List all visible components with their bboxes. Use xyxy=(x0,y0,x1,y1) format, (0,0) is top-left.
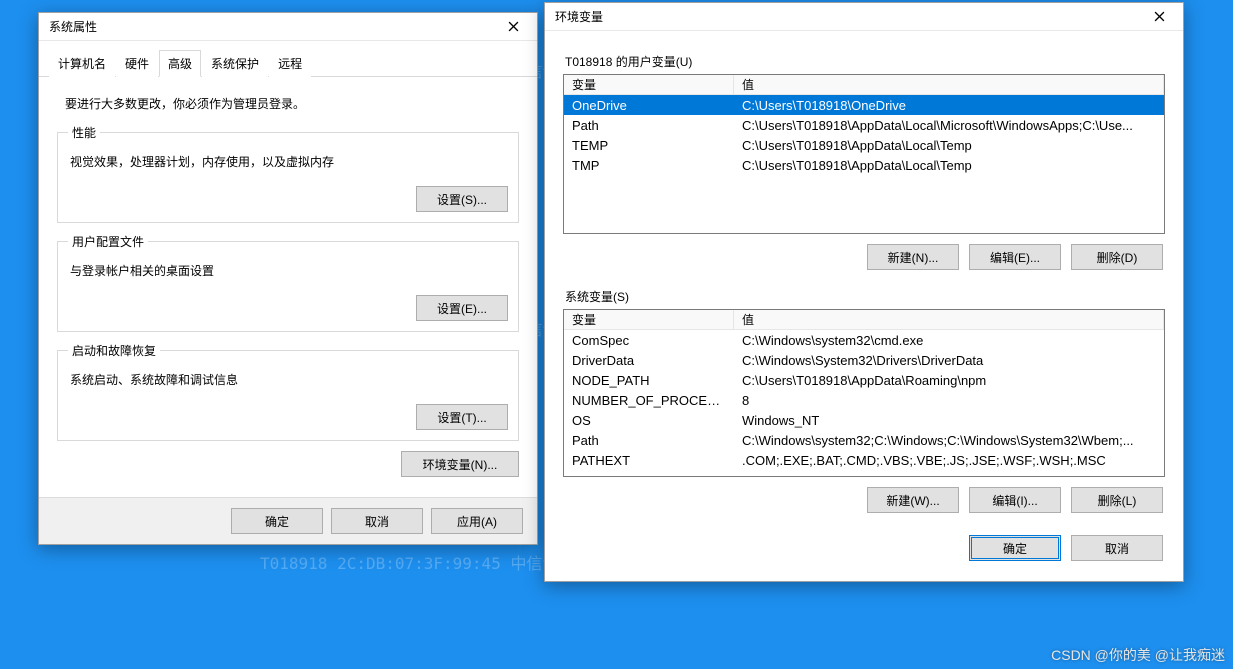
group-desc: 与登录帐户相关的桌面设置 xyxy=(70,262,508,279)
cell-value: AMD64 xyxy=(734,472,1164,478)
cell-name: TEMP xyxy=(564,137,734,154)
list-row[interactable]: PathC:\Windows\system32;C:\Windows;C:\Wi… xyxy=(564,430,1164,450)
dialog-footer: 确定 取消 应用(A) xyxy=(39,497,537,544)
list-row[interactable]: NUMBER_OF_PROCESSORS8 xyxy=(564,390,1164,410)
col-header-name[interactable]: 变量 xyxy=(564,75,734,94)
cell-name: TMP xyxy=(564,157,734,174)
cancel-button[interactable]: 取消 xyxy=(1071,535,1163,561)
group-legend: 性能 xyxy=(68,124,100,141)
cell-name: NUMBER_OF_PROCESSORS xyxy=(564,392,734,409)
cell-value: Windows_NT xyxy=(734,412,1164,429)
user-profiles-settings-button[interactable]: 设置(E)... xyxy=(416,295,508,321)
env-footer: 确定 取消 xyxy=(565,535,1163,561)
tab-computer-name[interactable]: 计算机名 xyxy=(49,50,115,77)
window-title: 系统属性 xyxy=(49,18,493,35)
list-row[interactable]: PATHEXT.COM;.EXE;.BAT;.CMD;.VBS;.VBE;.JS… xyxy=(564,450,1164,470)
cell-name: Path xyxy=(564,117,734,134)
environment-variables-button[interactable]: 环境变量(N)... xyxy=(401,451,519,477)
list-row[interactable]: PROCESSOR_ARCHITECTUREAMD64 xyxy=(564,470,1164,477)
user-new-button[interactable]: 新建(N)... xyxy=(867,244,959,270)
close-icon xyxy=(508,21,519,32)
cell-value: C:\Users\T018918\OneDrive xyxy=(734,97,1164,114)
cell-name: PROCESSOR_ARCHITECTURE xyxy=(564,472,734,478)
list-row[interactable]: ComSpecC:\Windows\system32\cmd.exe xyxy=(564,330,1164,350)
cell-value: 8 xyxy=(734,392,1164,409)
list-row[interactable]: OneDriveC:\Users\T018918\OneDrive xyxy=(564,95,1164,115)
cancel-button[interactable]: 取消 xyxy=(331,508,423,534)
performance-settings-button[interactable]: 设置(S)... xyxy=(416,186,508,212)
system-properties-dialog: 系统属性 计算机名 硬件 高级 系统保护 远程 要进行大多数更改，你必须作为管理… xyxy=(38,12,538,545)
tab-strip: 计算机名 硬件 高级 系统保护 远程 xyxy=(39,41,537,77)
cell-name: PATHEXT xyxy=(564,452,734,469)
group-desc: 系统启动、系统故障和调试信息 xyxy=(70,371,508,388)
list-header: 变量 值 xyxy=(564,75,1164,95)
cell-name: Path xyxy=(564,432,734,449)
close-button[interactable] xyxy=(493,15,533,39)
group-legend: 用户配置文件 xyxy=(68,233,148,250)
titlebar[interactable]: 环境变量 xyxy=(545,3,1183,31)
tab-hardware[interactable]: 硬件 xyxy=(116,50,158,77)
window-title: 环境变量 xyxy=(555,8,1139,25)
list-row[interactable]: TMPC:\Users\T018918\AppData\Local\Temp xyxy=(564,155,1164,175)
cell-name: NODE_PATH xyxy=(564,372,734,389)
ok-button[interactable]: 确定 xyxy=(231,508,323,534)
close-button[interactable] xyxy=(1139,5,1179,29)
list-row[interactable]: DriverDataC:\Windows\System32\Drivers\Dr… xyxy=(564,350,1164,370)
group-user-profiles: 用户配置文件 与登录帐户相关的桌面设置 设置(E)... xyxy=(57,233,519,332)
sys-vars-buttons: 新建(W)... 编辑(I)... 删除(L) xyxy=(565,487,1163,513)
cell-value: C:\Windows\system32\cmd.exe xyxy=(734,332,1164,349)
col-header-value[interactable]: 值 xyxy=(734,75,1164,94)
sys-vars-label: 系统变量(S) xyxy=(565,288,1165,305)
env-body: T018918 的用户变量(U) 变量 值 OneDriveC:\Users\T… xyxy=(545,31,1183,581)
sys-edit-button[interactable]: 编辑(I)... xyxy=(969,487,1061,513)
sys-new-button[interactable]: 新建(W)... xyxy=(867,487,959,513)
apply-button[interactable]: 应用(A) xyxy=(431,508,523,534)
ok-button[interactable]: 确定 xyxy=(969,535,1061,561)
group-desc: 视觉效果，处理器计划，内存使用，以及虚拟内存 xyxy=(70,153,508,170)
cell-value: C:\Users\T018918\AppData\Roaming\npm xyxy=(734,372,1164,389)
cell-value: C:\Users\T018918\AppData\Local\Microsoft… xyxy=(734,117,1164,134)
list-header: 变量 值 xyxy=(564,310,1164,330)
cell-value: C:\Users\T018918\AppData\Local\Temp xyxy=(734,157,1164,174)
watermark: T018918 2C:DB:07:3F:99:45 中信证券 xyxy=(260,550,574,574)
cell-name: DriverData xyxy=(564,352,734,369)
titlebar[interactable]: 系统属性 xyxy=(39,13,537,41)
cell-name: OS xyxy=(564,412,734,429)
tab-body: 要进行大多数更改，你必须作为管理员登录。 性能 视觉效果，处理器计划，内存使用，… xyxy=(39,77,537,497)
user-edit-button[interactable]: 编辑(E)... xyxy=(969,244,1061,270)
cell-name: ComSpec xyxy=(564,332,734,349)
tab-system-protection[interactable]: 系统保护 xyxy=(202,50,268,77)
sys-delete-button[interactable]: 删除(L) xyxy=(1071,487,1163,513)
user-vars-label: T018918 的用户变量(U) xyxy=(565,53,1165,70)
col-header-value[interactable]: 值 xyxy=(734,310,1164,329)
startup-recovery-settings-button[interactable]: 设置(T)... xyxy=(416,404,508,430)
tab-remote[interactable]: 远程 xyxy=(269,50,311,77)
group-legend: 启动和故障恢复 xyxy=(68,342,160,359)
user-delete-button[interactable]: 删除(D) xyxy=(1071,244,1163,270)
sys-vars-list[interactable]: 变量 值 ComSpecC:\Windows\system32\cmd.exeD… xyxy=(563,309,1165,477)
user-vars-list[interactable]: 变量 值 OneDriveC:\Users\T018918\OneDrivePa… xyxy=(563,74,1165,234)
cell-value: .COM;.EXE;.BAT;.CMD;.VBS;.VBE;.JS;.JSE;.… xyxy=(734,452,1164,469)
list-row[interactable]: NODE_PATHC:\Users\T018918\AppData\Roamin… xyxy=(564,370,1164,390)
tab-advanced[interactable]: 高级 xyxy=(159,50,201,77)
admin-hint: 要进行大多数更改，你必须作为管理员登录。 xyxy=(53,87,523,118)
close-icon xyxy=(1154,11,1165,22)
user-vars-buttons: 新建(N)... 编辑(E)... 删除(D) xyxy=(565,244,1163,270)
list-row[interactable]: PathC:\Users\T018918\AppData\Local\Micro… xyxy=(564,115,1164,135)
col-header-name[interactable]: 变量 xyxy=(564,310,734,329)
list-row[interactable]: OSWindows_NT xyxy=(564,410,1164,430)
cell-name: OneDrive xyxy=(564,97,734,114)
group-performance: 性能 视觉效果，处理器计划，内存使用，以及虚拟内存 设置(S)... xyxy=(57,124,519,223)
group-startup-recovery: 启动和故障恢复 系统启动、系统故障和调试信息 设置(T)... xyxy=(57,342,519,441)
cell-value: C:\Users\T018918\AppData\Local\Temp xyxy=(734,137,1164,154)
environment-variables-dialog: 环境变量 T018918 的用户变量(U) 变量 值 OneDriveC:\Us… xyxy=(544,2,1184,582)
credit-text: CSDN @你的美 @让我痴迷 xyxy=(1051,645,1225,665)
cell-value: C:\Windows\system32;C:\Windows;C:\Window… xyxy=(734,432,1164,449)
cell-value: C:\Windows\System32\Drivers\DriverData xyxy=(734,352,1164,369)
list-row[interactable]: TEMPC:\Users\T018918\AppData\Local\Temp xyxy=(564,135,1164,155)
